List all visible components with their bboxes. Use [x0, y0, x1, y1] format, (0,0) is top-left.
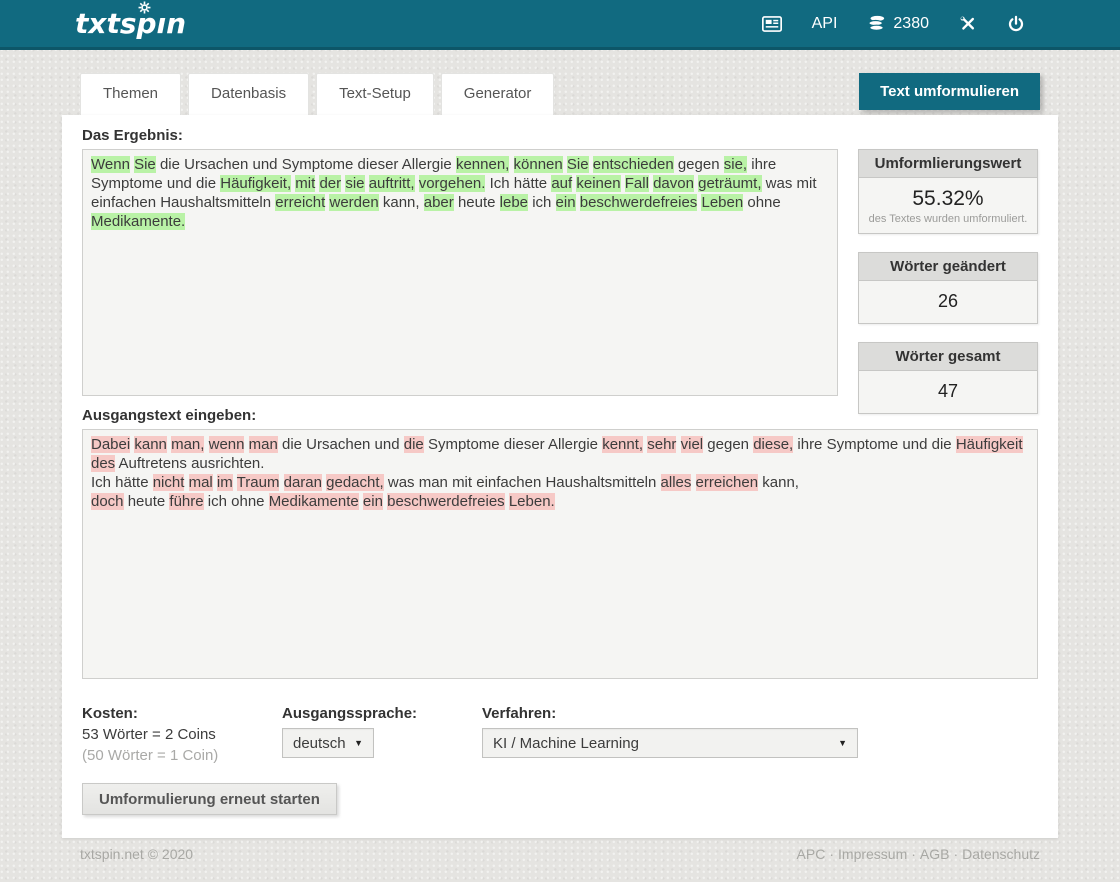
- source-text-input[interactable]: Dabei kann man, wenn man die Ursachen un…: [82, 429, 1038, 679]
- stat-value: 55.32%: [859, 178, 1037, 213]
- method-select[interactable]: KI / Machine Learning ▼: [482, 728, 858, 758]
- cost-label: Kosten:: [82, 705, 218, 722]
- language-selected-value: deutsch: [293, 735, 346, 752]
- tab-datenbasis[interactable]: Datenbasis: [188, 73, 309, 115]
- gear-icon: [138, 1, 151, 14]
- stat-value: 47: [859, 371, 1037, 413]
- stat-subtitle: des Textes wurden umformuliert.: [859, 213, 1037, 233]
- power-icon[interactable]: [1007, 15, 1025, 33]
- footer-link-apc[interactable]: APC: [797, 846, 826, 862]
- cost-current: 53 Wörter = 2 Coins: [82, 726, 218, 743]
- method-label: Verfahren:: [482, 705, 858, 722]
- coin-balance[interactable]: 2380: [867, 15, 929, 33]
- stat-title: Wörter gesamt: [859, 343, 1037, 371]
- language-label: Ausgangssprache:: [282, 705, 417, 722]
- stats-sidebar: Umformlierungswert 55.32% des Textes wur…: [858, 149, 1038, 432]
- logo-text: txtspın: [75, 7, 186, 40]
- stat-title: Umformlierungswert: [859, 150, 1037, 178]
- chevron-down-icon: ▼: [838, 738, 847, 748]
- cost-block: Kosten: 53 Wörter = 2 Coins (50 Wörter =…: [82, 705, 218, 764]
- footer-link-impressum[interactable]: Impressum: [838, 846, 907, 862]
- top-nav-links: API 2380: [762, 15, 1025, 33]
- cost-rate: (50 Wörter = 1 Coin): [82, 747, 218, 764]
- stat-title: Wörter geändert: [859, 253, 1037, 281]
- tab-themen[interactable]: Themen: [80, 73, 181, 115]
- main-panel: Das Ergebnis: Wenn Sie die Ursachen und …: [62, 115, 1058, 838]
- chevron-down-icon: ▼: [354, 738, 363, 748]
- separator: ·: [829, 846, 834, 862]
- stat-value: 26: [859, 281, 1037, 323]
- coins-icon: [867, 15, 886, 32]
- logo[interactable]: txtspın: [75, 7, 186, 40]
- newspaper-icon[interactable]: [762, 16, 782, 32]
- tab-generator[interactable]: Generator: [441, 73, 555, 115]
- result-text: Wenn Sie die Ursachen und Symptome diese…: [82, 149, 838, 396]
- tools-icon[interactable]: [959, 15, 977, 33]
- coin-count: 2380: [893, 15, 929, 33]
- separator: ·: [911, 846, 916, 862]
- stat-words-total: Wörter gesamt 47: [858, 342, 1038, 414]
- source-label: Ausgangstext eingeben:: [82, 407, 256, 424]
- method-selected-value: KI / Machine Learning: [493, 735, 639, 752]
- method-block: Verfahren: KI / Machine Learning ▼: [482, 705, 858, 758]
- tab-bar: Themen Datenbasis Text-Setup Generator: [80, 73, 554, 115]
- language-block: Ausgangssprache: deutsch ▼: [282, 705, 417, 758]
- top-navigation-bar: txtspın API: [0, 0, 1120, 50]
- footer-link-agb[interactable]: AGB: [920, 846, 950, 862]
- tab-text-setup[interactable]: Text-Setup: [316, 73, 434, 115]
- language-select[interactable]: deutsch ▼: [282, 728, 374, 758]
- stat-words-changed: Wörter geändert 26: [858, 252, 1038, 324]
- separator: ·: [954, 846, 959, 862]
- footer: txtspin.net © 2020 APC·Impressum·AGB·Dat…: [80, 846, 1040, 862]
- footer-links: APC·Impressum·AGB·Datenschutz: [797, 846, 1040, 862]
- stat-rewrite-value: Umformlierungswert 55.32% des Textes wur…: [858, 149, 1038, 234]
- restart-rewrite-button[interactable]: Umformulierung erneut starten: [82, 783, 337, 815]
- copyright-text: txtspin.net © 2020: [80, 846, 193, 862]
- rewrite-text-button[interactable]: Text umformulieren: [859, 73, 1040, 110]
- generator-controls: Kosten: 53 Wörter = 2 Coins (50 Wörter =…: [82, 705, 1038, 780]
- result-label: Das Ergebnis:: [82, 127, 183, 144]
- footer-link-datenschutz[interactable]: Datenschutz: [962, 846, 1040, 862]
- api-link[interactable]: API: [812, 15, 838, 33]
